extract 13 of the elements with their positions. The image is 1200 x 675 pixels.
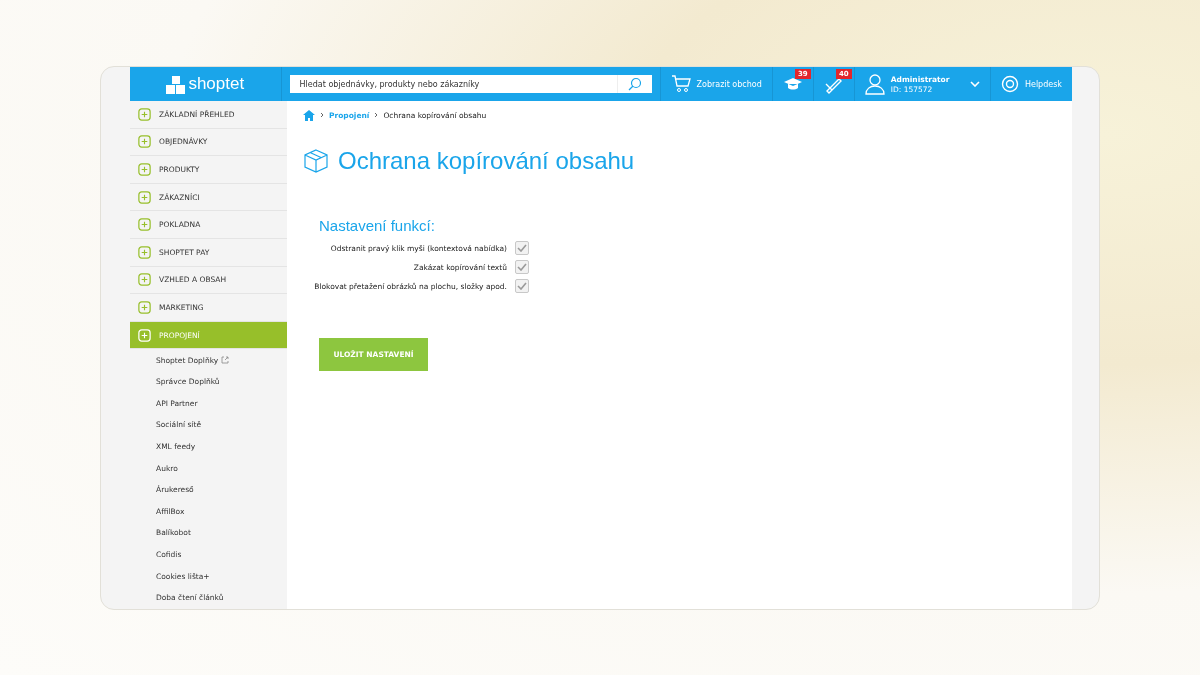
graduation-cap-icon[interactable] <box>782 76 803 92</box>
chevron-right-icon <box>374 112 379 118</box>
checkbox[interactable] <box>515 241 529 255</box>
external-link-icon <box>221 356 230 365</box>
user-icon <box>864 73 885 95</box>
checkbox[interactable] <box>515 260 529 274</box>
chevron-down-icon <box>969 81 980 87</box>
checkbox[interactable] <box>515 279 529 293</box>
chevron-right-icon <box>320 112 324 118</box>
section-title: Nastavení funkcí: <box>319 217 436 234</box>
home-icon[interactable] <box>303 109 315 121</box>
lifebuoy-icon <box>1000 75 1019 93</box>
page-title: Ochrana kopírování obsahu <box>338 147 635 175</box>
